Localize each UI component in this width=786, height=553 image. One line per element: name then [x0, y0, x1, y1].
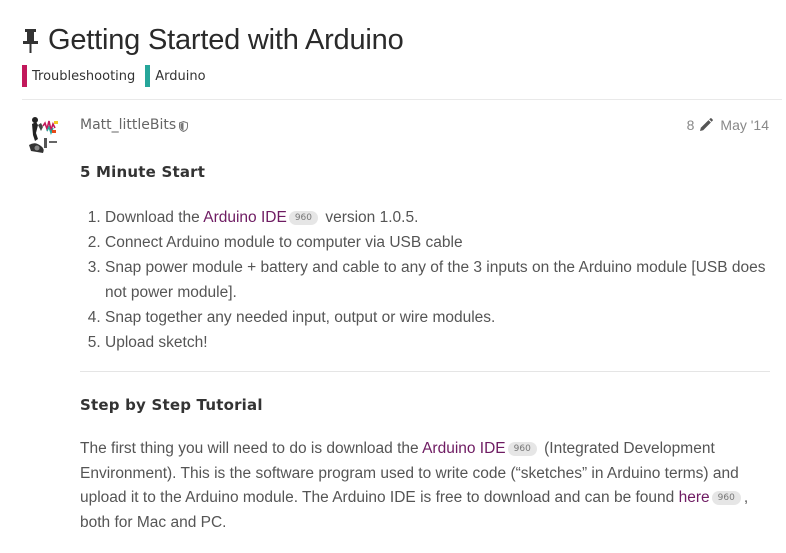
- post-meta: 8 May '14: [687, 117, 769, 133]
- download-here-link[interactable]: here: [679, 489, 710, 506]
- list-item: Snap power module + battery and cable to…: [105, 255, 785, 305]
- click-count-badge: 960: [288, 211, 319, 225]
- arduino-ide-link[interactable]: Arduino IDE: [422, 440, 506, 457]
- topic-title[interactable]: Getting Started with Arduino: [48, 24, 404, 57]
- post-author: Matt_littleBits: [80, 117, 189, 133]
- steps-list: Download the Arduino IDE960 version 1.0.…: [80, 205, 785, 355]
- username-link[interactable]: Matt_littleBits: [80, 117, 176, 133]
- arduino-ide-link[interactable]: Arduino IDE: [203, 209, 287, 226]
- category-arduino[interactable]: Arduino: [145, 65, 206, 87]
- list-item: Upload sketch!: [105, 330, 785, 355]
- shield-icon: [179, 120, 189, 132]
- step-text: version 1.0.5.: [321, 209, 419, 226]
- list-item: Download the Arduino IDE960 version 1.0.…: [105, 205, 785, 230]
- category-color-bar: [22, 65, 27, 87]
- step-text: Download the: [105, 209, 204, 226]
- pencil-icon: [698, 117, 714, 133]
- category-label: Troubleshooting: [32, 68, 136, 84]
- pin-icon: [22, 27, 42, 55]
- click-count-badge: 960: [711, 491, 741, 505]
- paragraph-text: The first thing you will need to do is d…: [80, 440, 423, 457]
- category-label: Arduino: [155, 68, 206, 84]
- divider: [80, 371, 770, 372]
- section-heading-tutorial: Step by Step Tutorial: [80, 396, 263, 414]
- category-troubleshooting[interactable]: Troubleshooting: [22, 65, 135, 87]
- click-count-badge: 960: [507, 442, 537, 456]
- edit-count: 8: [686, 117, 695, 133]
- category-color-bar: [145, 65, 151, 87]
- intro-paragraph: The first thing you will need to do is d…: [80, 437, 752, 535]
- edit-history-button[interactable]: 8: [687, 117, 721, 133]
- divider: [22, 99, 782, 100]
- category-list: Troubleshooting Arduino: [22, 65, 206, 87]
- post-date[interactable]: May '14: [720, 117, 769, 133]
- avatar[interactable]: [25, 115, 70, 160]
- section-heading-five-minute: 5 Minute Start: [80, 163, 206, 181]
- list-item: Connect Arduino module to computer via U…: [105, 230, 785, 255]
- topic-title-row: Getting Started with Arduino: [22, 24, 404, 57]
- list-item: Snap together any needed input, output o…: [105, 305, 785, 330]
